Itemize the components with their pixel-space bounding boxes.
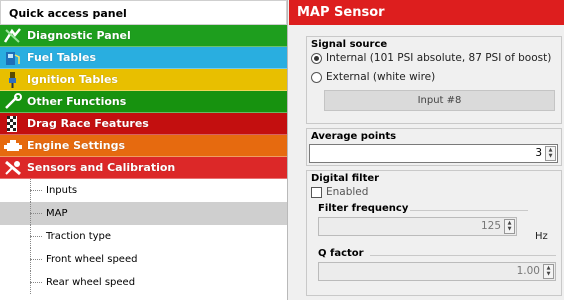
q-factor-label: Q factor xyxy=(318,248,561,259)
filter-frequency-value: 125 xyxy=(480,220,501,232)
tree-item-inputs[interactable]: Inputs xyxy=(0,179,287,202)
ignition-icon xyxy=(9,72,16,88)
divider xyxy=(370,255,556,256)
quick-access-panel: Quick access panel Diagnostic Panel Fuel… xyxy=(0,0,288,300)
tree-item-traction-type[interactable]: Traction type xyxy=(0,225,287,248)
diagnostic-icon xyxy=(3,28,21,43)
sensors-icon xyxy=(5,160,21,176)
category-label: Diagnostic Panel xyxy=(27,29,131,42)
signal-source-group: Signal source Internal (101 PSI absolute… xyxy=(306,36,562,124)
enabled-checkbox[interactable]: Enabled xyxy=(309,184,561,201)
functions-icon xyxy=(5,93,22,109)
frequency-unit: Hz xyxy=(535,231,548,242)
category-label: Other Functions xyxy=(27,95,127,108)
category-drag-race-features[interactable]: Drag Race Features xyxy=(0,113,287,135)
category-label: Engine Settings xyxy=(27,139,126,152)
map-sensor-panel: MAP Sensor Signal source Internal (101 P… xyxy=(289,0,564,300)
internal-radio-label: Internal (101 PSI absolute, 87 PSI of bo… xyxy=(326,52,552,64)
tree-item-map[interactable]: MAP xyxy=(0,202,287,225)
enabled-checkbox-label: Enabled xyxy=(326,186,369,198)
external-radio-label: External (white wire) xyxy=(326,71,436,83)
category-label: Sensors and Calibration xyxy=(27,161,176,174)
tree-item-label: Inputs xyxy=(46,185,78,196)
tree-item-label: Rear wheel speed xyxy=(46,277,136,288)
average-points-value: 3 xyxy=(535,147,542,159)
filter-frequency-text: Filter frequency xyxy=(318,203,409,214)
tree-item-rear-wheel-speed[interactable]: Rear wheel speed xyxy=(0,271,287,294)
q-factor-spinbox[interactable]: 1.00 ▲ ▼ xyxy=(318,262,556,281)
category-fuel-tables[interactable]: Fuel Tables xyxy=(0,47,287,69)
drag-race-icon xyxy=(7,116,17,132)
radio-selected-icon xyxy=(311,53,322,64)
input-select-button[interactable]: Input #8 xyxy=(324,90,555,111)
average-points-spinbox[interactable]: 3 ▲ ▼ xyxy=(309,144,558,163)
digital-filter-group: Digital filter Enabled Filter frequency … xyxy=(306,170,562,296)
tree-item-label: MAP xyxy=(46,208,68,219)
signal-source-title: Signal source xyxy=(311,39,388,50)
fuel-icon xyxy=(6,52,20,65)
checkbox-unchecked-icon xyxy=(311,187,322,198)
average-points-group: Average points 3 ▲ ▼ xyxy=(306,128,562,166)
engine-icon xyxy=(4,140,22,151)
tree-item-front-wheel-speed[interactable]: Front wheel speed xyxy=(0,248,287,271)
average-points-title: Average points xyxy=(311,131,397,142)
category-other-functions[interactable]: Other Functions xyxy=(0,91,287,113)
spin-arrows-icon[interactable]: ▲ ▼ xyxy=(504,219,515,234)
internal-radio[interactable]: Internal (101 PSI absolute, 87 PSI of bo… xyxy=(309,50,561,67)
tree-item-label: Traction type xyxy=(46,231,112,242)
category-label: Fuel Tables xyxy=(27,51,97,64)
category-label: Ignition Tables xyxy=(27,73,118,86)
spin-arrows-icon[interactable]: ▲ ▼ xyxy=(543,264,554,279)
filter-frequency-label: Filter frequency xyxy=(318,203,561,214)
q-factor-value: 1.00 xyxy=(516,265,540,277)
divider xyxy=(410,210,528,211)
quick-access-title: Quick access panel xyxy=(0,0,287,25)
tree-item-label: Front wheel speed xyxy=(46,254,138,265)
external-radio[interactable]: External (white wire) xyxy=(309,69,561,86)
category-ignition-tables[interactable]: Ignition Tables xyxy=(0,69,287,91)
radio-unselected-icon xyxy=(311,72,322,83)
category-diagnostic-panel[interactable]: Diagnostic Panel xyxy=(0,25,287,47)
category-label: Drag Race Features xyxy=(27,117,149,130)
category-sensors-and-calibration[interactable]: Sensors and Calibration xyxy=(0,157,287,179)
category-engine-settings[interactable]: Engine Settings xyxy=(0,135,287,157)
panel-title: MAP Sensor xyxy=(289,0,564,25)
filter-frequency-spinbox[interactable]: 125 ▲ ▼ xyxy=(318,217,517,236)
q-factor-text: Q factor xyxy=(318,248,364,259)
digital-filter-title: Digital filter xyxy=(311,173,380,184)
spin-arrows-icon[interactable]: ▲ ▼ xyxy=(545,146,556,161)
